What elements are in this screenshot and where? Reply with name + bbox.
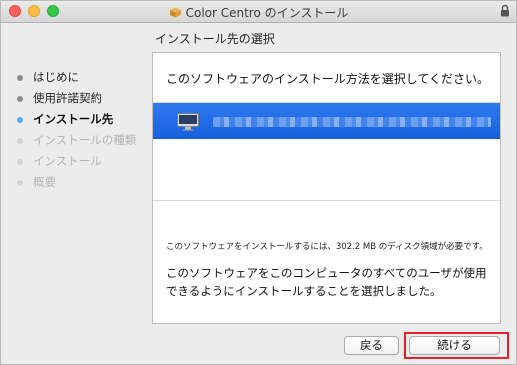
package-icon [169, 7, 181, 18]
step-installation: インストール [17, 151, 136, 172]
selection-description: このソフトウェアをこのコンピュータのすべてのユーザが使用できるようにインストール… [166, 266, 487, 298]
step-label: 使用許諾契約 [33, 91, 102, 105]
back-button[interactable]: 戻る [344, 336, 399, 355]
step-label: インストールの種類 [33, 133, 137, 147]
step-license: 使用許諾契約 [17, 88, 136, 109]
destination-name-obscured [213, 117, 491, 127]
step-summary: 概要 [17, 172, 136, 193]
imac-icon [177, 113, 199, 131]
step-label: はじめに [33, 70, 79, 84]
step-introduction: はじめに [17, 67, 136, 88]
window-title-wrap: Color Centro のインストール [1, 4, 516, 21]
title-bar: Color Centro のインストール [1, 1, 516, 23]
step-dot-icon [17, 117, 23, 123]
destination-item-selected[interactable] [153, 103, 500, 139]
step-dot-icon [17, 96, 23, 102]
section-title: インストール先の選択 [155, 32, 275, 46]
step-installation-type: インストールの種類 [17, 130, 136, 151]
disk-space-note: このソフトウェアをインストールするには、302.2 MB のディスク領域が必要で… [166, 242, 488, 252]
installer-window: Color Centro のインストール インストール先の選択 はじめに 使用許… [0, 0, 517, 365]
continue-highlight-box [404, 332, 509, 359]
step-label: インストール先 [33, 112, 114, 126]
destination-list[interactable] [153, 102, 500, 201]
content-panel: このソフトウェアのインストール方法を選択してください。 このソフトウェアをインス… [152, 52, 501, 324]
destination-prompt: このソフトウェアのインストール方法を選択してください。 [166, 72, 490, 86]
step-label: 概要 [33, 175, 56, 189]
step-dot-icon [17, 180, 23, 186]
steps-sidebar: はじめに 使用許諾契約 インストール先 インストールの種類 インストール 概要 [17, 67, 136, 193]
step-dot-icon [17, 75, 23, 81]
step-dot-icon [17, 138, 23, 144]
window-title: Color Centro のインストール [185, 6, 349, 20]
step-dot-icon [17, 159, 23, 165]
lock-icon[interactable] [500, 4, 510, 17]
step-label: インストール [33, 154, 102, 168]
step-destination: インストール先 [17, 109, 136, 130]
